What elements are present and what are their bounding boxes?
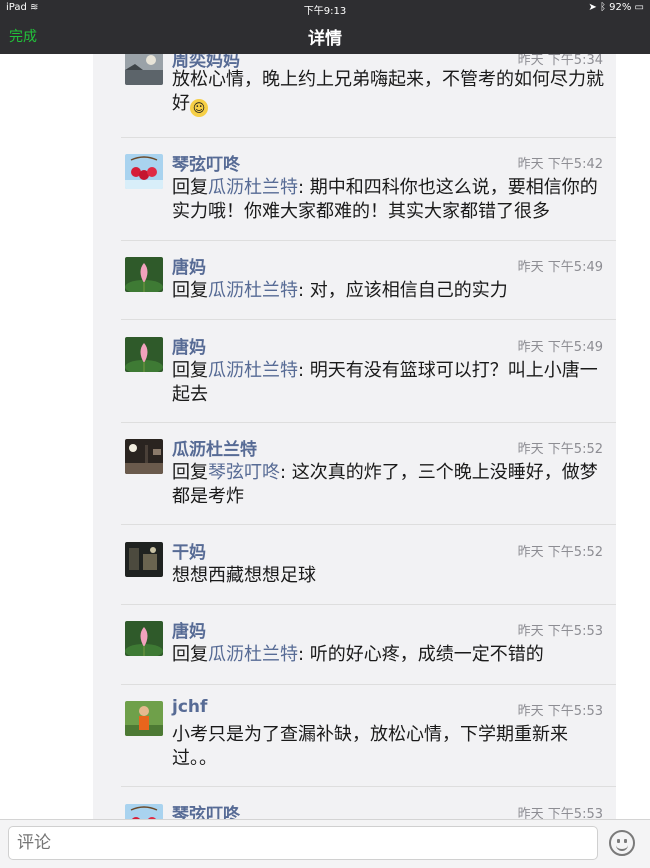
comment-text: 小考只是为了查漏补缺，放松心情，下学期重新来过。。 bbox=[172, 723, 606, 771]
comment-content: : 听的好心疼，成绩一定不错的 bbox=[298, 644, 544, 665]
comment-text: 回复瓜沥杜兰特: 明天有没有篮球可以打？叫上小唐一起去 bbox=[172, 359, 606, 407]
comment-text: 回复瓜沥杜兰特: 期中和四科你也这么说，要相信你的实力哦！你难大家都难的！其实大… bbox=[172, 176, 606, 224]
comment-author[interactable]: 唐妈 bbox=[172, 617, 206, 642]
divider bbox=[121, 319, 616, 320]
reply-to-user[interactable]: 瓜沥杜兰特 bbox=[208, 280, 298, 301]
reply-prefix: 回复 bbox=[172, 280, 208, 301]
comment-time: 昨天 下午5:53 bbox=[517, 624, 603, 639]
battery-icon: ▭ bbox=[634, 2, 644, 13]
smiley-icon[interactable] bbox=[609, 830, 635, 856]
comment-time: 昨天 下午5:52 bbox=[517, 442, 603, 457]
reply-to-user[interactable]: 瓜沥杜兰特 bbox=[208, 360, 298, 381]
smiling-face-icon: ☺ bbox=[190, 99, 208, 117]
lotus-photo-image bbox=[125, 621, 163, 656]
battery-percent: 92% bbox=[609, 2, 632, 13]
comment-author[interactable]: 唐妈 bbox=[172, 253, 206, 278]
avatar[interactable] bbox=[125, 337, 163, 372]
reply-prefix: 回复 bbox=[172, 644, 208, 665]
court-photo-image bbox=[125, 439, 163, 474]
bluetooth-icon: ᛒ bbox=[599, 2, 606, 13]
comment-author[interactable]: 瓜沥杜兰特 bbox=[172, 435, 257, 460]
comment-text: 回复瓜沥杜兰特: 听的好心疼，成绩一定不错的 bbox=[172, 643, 606, 667]
avatar[interactable] bbox=[125, 54, 163, 85]
avatar[interactable] bbox=[125, 542, 163, 577]
divider bbox=[121, 240, 616, 241]
comment-time: 昨天 下午5:53 bbox=[517, 807, 603, 819]
avatar[interactable] bbox=[125, 804, 163, 819]
comment-time: 昨天 下午5:52 bbox=[517, 545, 603, 560]
lotus-photo-image bbox=[125, 257, 163, 292]
comment-author[interactable]: 琴弦叮咚 bbox=[172, 800, 240, 819]
comment-text: 回复瓜沥杜兰特: 对，应该相信自己的实力 bbox=[172, 279, 606, 303]
cherries-photo-image bbox=[125, 154, 163, 189]
divider bbox=[121, 422, 616, 423]
comment-time: 昨天 下午5:42 bbox=[517, 157, 603, 172]
smiley-mouth bbox=[616, 844, 628, 851]
comment-text: 回复琴弦叮咚: 这次真的炸了，三个晚上没睡好，做梦都是考炸 bbox=[172, 461, 606, 509]
status-time: 下午9:13 bbox=[303, 6, 347, 17]
avatar[interactable] bbox=[125, 257, 163, 292]
lake-photo-image bbox=[125, 54, 163, 85]
reply-to-user[interactable]: 瓜沥杜兰特 bbox=[208, 644, 298, 665]
nav-bar: 完成 详情 bbox=[0, 16, 650, 54]
cherries-photo-image bbox=[125, 804, 163, 819]
divider bbox=[121, 137, 616, 138]
dark-photo-image bbox=[125, 542, 163, 577]
comment-content: 想想西藏想想足球 bbox=[172, 565, 316, 586]
comment-time: 昨天 下午5:34 bbox=[517, 54, 603, 68]
kid-photo-image bbox=[125, 701, 163, 736]
divider bbox=[121, 604, 616, 605]
comment-time: 昨天 下午5:49 bbox=[517, 260, 603, 275]
reply-to-user[interactable]: 琴弦叮咚 bbox=[208, 462, 280, 483]
comment-content: : 对，应该相信自己的实力 bbox=[298, 280, 508, 301]
page-title: 详情 bbox=[308, 29, 342, 49]
comment-text: 放松心情，晚上约上兄弟嗨起来，不管考的如何尽力就好 ☺ bbox=[172, 68, 606, 117]
comment-author[interactable]: 唐妈 bbox=[172, 333, 206, 358]
avatar[interactable] bbox=[125, 154, 163, 189]
smiley-right-eye bbox=[624, 839, 627, 843]
divider bbox=[121, 684, 616, 685]
lotus-photo-image bbox=[125, 337, 163, 372]
comment-text: 想想西藏想想足球 bbox=[172, 564, 606, 588]
comment-author[interactable]: jchf bbox=[172, 697, 207, 717]
status-bar: iPad ≋ 下午9:13 ➤ ᛒ 92% ▭ bbox=[0, 0, 650, 17]
comment-list[interactable]: 周奕妈妈 昨天 下午5:34 放松心情，晚上约上兄弟嗨起来，不管考的如何尽力就好… bbox=[93, 54, 616, 819]
comment-time: 昨天 下午5:49 bbox=[517, 340, 603, 355]
divider bbox=[121, 786, 616, 787]
smiley-left-eye bbox=[617, 839, 620, 843]
comment-author[interactable]: 琴弦叮咚 bbox=[172, 150, 240, 175]
comment-content: 小考只是为了查漏补缺，放松心情，下学期重新来过。。 bbox=[172, 724, 568, 769]
comment-author[interactable]: 干妈 bbox=[172, 538, 206, 563]
location-icon: ➤ bbox=[588, 2, 597, 13]
comment-input[interactable] bbox=[8, 826, 598, 860]
avatar[interactable] bbox=[125, 621, 163, 656]
reply-prefix: 回复 bbox=[172, 360, 208, 381]
status-battery: ➤ ᛒ 92% ▭ bbox=[588, 2, 644, 13]
divider bbox=[121, 524, 616, 525]
comment-time: 昨天 下午5:53 bbox=[517, 704, 603, 719]
comment-content: 放松心情，晚上约上兄弟嗨起来，不管考的如何尽力就好 bbox=[172, 69, 604, 114]
avatar[interactable] bbox=[125, 439, 163, 474]
reply-to-user[interactable]: 瓜沥杜兰特 bbox=[208, 177, 298, 198]
avatar[interactable] bbox=[125, 701, 163, 736]
reply-prefix: 回复 bbox=[172, 462, 208, 483]
reply-prefix: 回复 bbox=[172, 177, 208, 198]
comment-composer bbox=[0, 819, 650, 868]
